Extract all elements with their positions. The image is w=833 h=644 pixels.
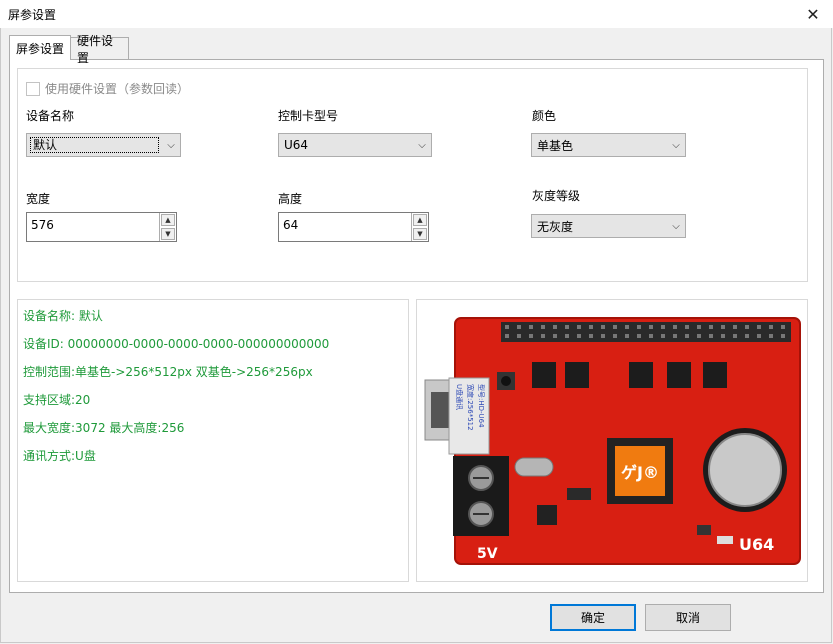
settings-group (17, 68, 808, 282)
tab-hardware-settings[interactable]: 硬件设置 (70, 34, 129, 65)
title-bar: 屏参设置 ✕ (0, 0, 833, 28)
info-comm-method: 通讯方式:U盘 (23, 449, 96, 463)
usb-label-line-1: U盘通讯 (455, 384, 464, 410)
gray-level-label: 灰度等级 (532, 189, 581, 203)
info-device-name: 设备名称: 默认 (23, 309, 103, 323)
info-max-size: 最大宽度:3072 最大高度:256 (23, 421, 185, 435)
usb-label-line-3: 型号:HD-U64 (477, 384, 486, 428)
device-name-label: 设备名称 (26, 109, 75, 123)
spin-up-icon[interactable]: ▲ (413, 214, 427, 226)
window-title: 屏参设置 (8, 8, 57, 22)
chip-logo: ゲJ® (621, 463, 659, 482)
close-icon: ✕ (806, 4, 820, 24)
usb-label-line-2: 宽度:256*512 (466, 384, 475, 431)
info-control-range: 控制范围:单基色->256*512px 双基色->256*256px (23, 365, 313, 379)
device-info-panel: 设备名称: 默认 设备ID: 00000000-0000-0000-0000-0… (17, 299, 409, 582)
model-mark: U64 (739, 535, 774, 554)
width-label: 宽度 (26, 192, 51, 206)
height-label: 高度 (278, 192, 303, 206)
device-name-value: 默认 (30, 137, 159, 153)
use-hardware-checkbox[interactable]: 使用硬件设置（参数回读） (26, 80, 189, 97)
chevron-down-icon: ⌵ (672, 139, 680, 151)
width-spinbox[interactable]: 576 ▲ ▼ (26, 212, 177, 242)
controller-board-image: U盘通讯 宽度:256*512 型号:HD-U64 ゲJ® 5V U64 (424, 317, 801, 565)
chevron-down-icon: ⌵ (672, 220, 680, 232)
spin-down-icon[interactable]: ▼ (413, 228, 427, 240)
close-button[interactable]: ✕ (793, 0, 833, 28)
spin-down-icon[interactable]: ▼ (161, 228, 175, 240)
tab-screen-params[interactable]: 屏参设置 (9, 35, 71, 60)
info-device-id: 设备ID: 00000000-0000-0000-0000-0000000000… (23, 337, 330, 351)
width-value[interactable]: 576 (27, 213, 159, 241)
checkbox-label: 使用硬件设置（参数回读） (45, 82, 190, 96)
device-name-select[interactable]: 默认 ⌵ (26, 133, 181, 157)
chevron-down-icon: ⌵ (167, 139, 175, 151)
color-select[interactable]: 单基色 ⌵ (531, 133, 686, 157)
gray-level-value: 无灰度 (537, 219, 574, 234)
voltage-mark: 5V (477, 546, 498, 562)
height-value[interactable]: 64 (279, 213, 411, 241)
board-image-panel: U盘通讯 宽度:256*512 型号:HD-U64 ゲJ® 5V U64 (416, 299, 808, 582)
color-label: 颜色 (532, 109, 557, 123)
cancel-button[interactable]: 取消 (645, 604, 731, 631)
color-value: 单基色 (537, 138, 574, 153)
height-spinbox[interactable]: 64 ▲ ▼ (278, 212, 429, 242)
checkbox-box[interactable] (26, 81, 40, 96)
card-model-select[interactable]: U64 ⌵ (278, 133, 432, 157)
gray-level-select[interactable]: 无灰度 ⌵ (531, 214, 686, 238)
card-model-label: 控制卡型号 (278, 109, 339, 123)
chevron-down-icon: ⌵ (418, 139, 426, 151)
info-supported-areas: 支持区域:20 (23, 393, 91, 407)
ok-button[interactable]: 确定 (550, 604, 636, 631)
spin-up-icon[interactable]: ▲ (161, 214, 175, 226)
card-model-value: U64 (284, 138, 309, 152)
